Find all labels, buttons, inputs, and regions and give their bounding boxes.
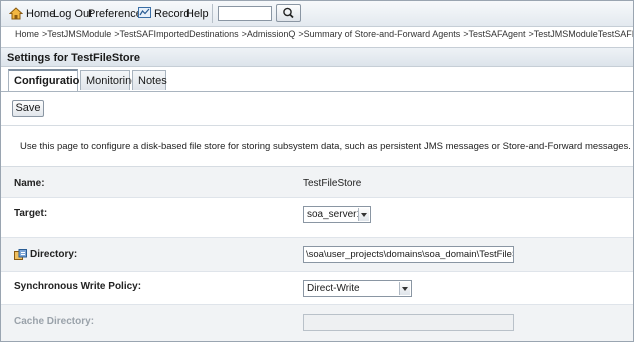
sync-write-policy-select[interactable]: Direct-Write — [303, 280, 412, 297]
breadcrumb-item-home[interactable]: Home — [15, 29, 39, 39]
target-select[interactable]: soa_server1 — [303, 206, 371, 223]
top-toolbar: Home Log Out Preferences Record Help — [1, 1, 633, 27]
form-row-directory: Directory: \soa\user_projects\domains\so… — [1, 238, 633, 272]
chevron-down-icon — [358, 208, 369, 221]
tab-monitoring[interactable]: Monitoring — [80, 70, 137, 90]
search-button[interactable] — [276, 4, 301, 22]
help-link[interactable]: Help — [186, 6, 209, 22]
name-value: TestFileStore — [303, 178, 362, 189]
console-window: Home Log Out Preferences Record Help Hom… — [0, 0, 634, 342]
tab-configuration[interactable]: Configuration — [8, 69, 86, 91]
breadcrumb-item[interactable]: >TestJMSModuleTestSAFImportedDestination… — [529, 29, 633, 39]
save-button[interactable]: Save — [12, 100, 44, 117]
breadcrumb-item[interactable]: >Summary of Store-and-Forward Agents — [298, 29, 460, 39]
sync-write-policy-selected-value: Direct-Write — [307, 283, 360, 294]
record-link[interactable]: Record — [154, 6, 189, 22]
page-title: Settings for TestFileStore — [1, 47, 633, 67]
record-icon[interactable] — [138, 7, 151, 18]
breadcrumb-item[interactable]: >AdmissionQ — [242, 29, 296, 39]
form-row-target: Target: soa_server1 — [1, 198, 633, 238]
toolbar-divider — [212, 4, 213, 23]
tab-bar: Configuration Monitoring Notes — [1, 69, 633, 92]
breadcrumb-item[interactable]: >TestSAFImportedDestinations — [114, 29, 238, 39]
divider — [1, 125, 633, 126]
target-label: Target: — [14, 208, 48, 219]
search-input[interactable] — [218, 6, 272, 21]
page-description: Use this page to configure a disk-based … — [20, 141, 631, 152]
directory-input[interactable]: \soa\user_projects\domains\soa_domain\Te… — [303, 246, 514, 263]
name-label: Name: — [14, 178, 45, 189]
target-selected-value: soa_server1 — [307, 209, 363, 220]
sync-write-policy-label: Synchronous Write Policy: — [14, 281, 142, 292]
home-icon[interactable] — [9, 7, 23, 20]
directory-property-icon — [14, 249, 27, 260]
logout-link[interactable]: Log Out — [53, 6, 92, 22]
form-row-sync-write-policy: Synchronous Write Policy: Direct-Write — [1, 272, 633, 305]
form-row-cache-directory: Cache Directory: — [1, 305, 633, 341]
search-icon — [283, 7, 294, 19]
cache-directory-input — [303, 314, 514, 331]
tab-notes[interactable]: Notes — [132, 70, 167, 90]
breadcrumb-item[interactable]: >TestSAFAgent — [463, 29, 525, 39]
chevron-down-icon — [399, 282, 410, 295]
home-link[interactable]: Home — [26, 6, 55, 22]
form-row-name: Name: TestFileStore — [1, 167, 633, 198]
breadcrumb-item[interactable]: >TestJMSModule — [42, 29, 111, 39]
breadcrumb: Home >TestJMSModule >TestSAFImportedDestin… — [1, 27, 633, 42]
cache-directory-label: Cache Directory: — [14, 316, 95, 327]
directory-label: Directory: — [30, 249, 78, 260]
